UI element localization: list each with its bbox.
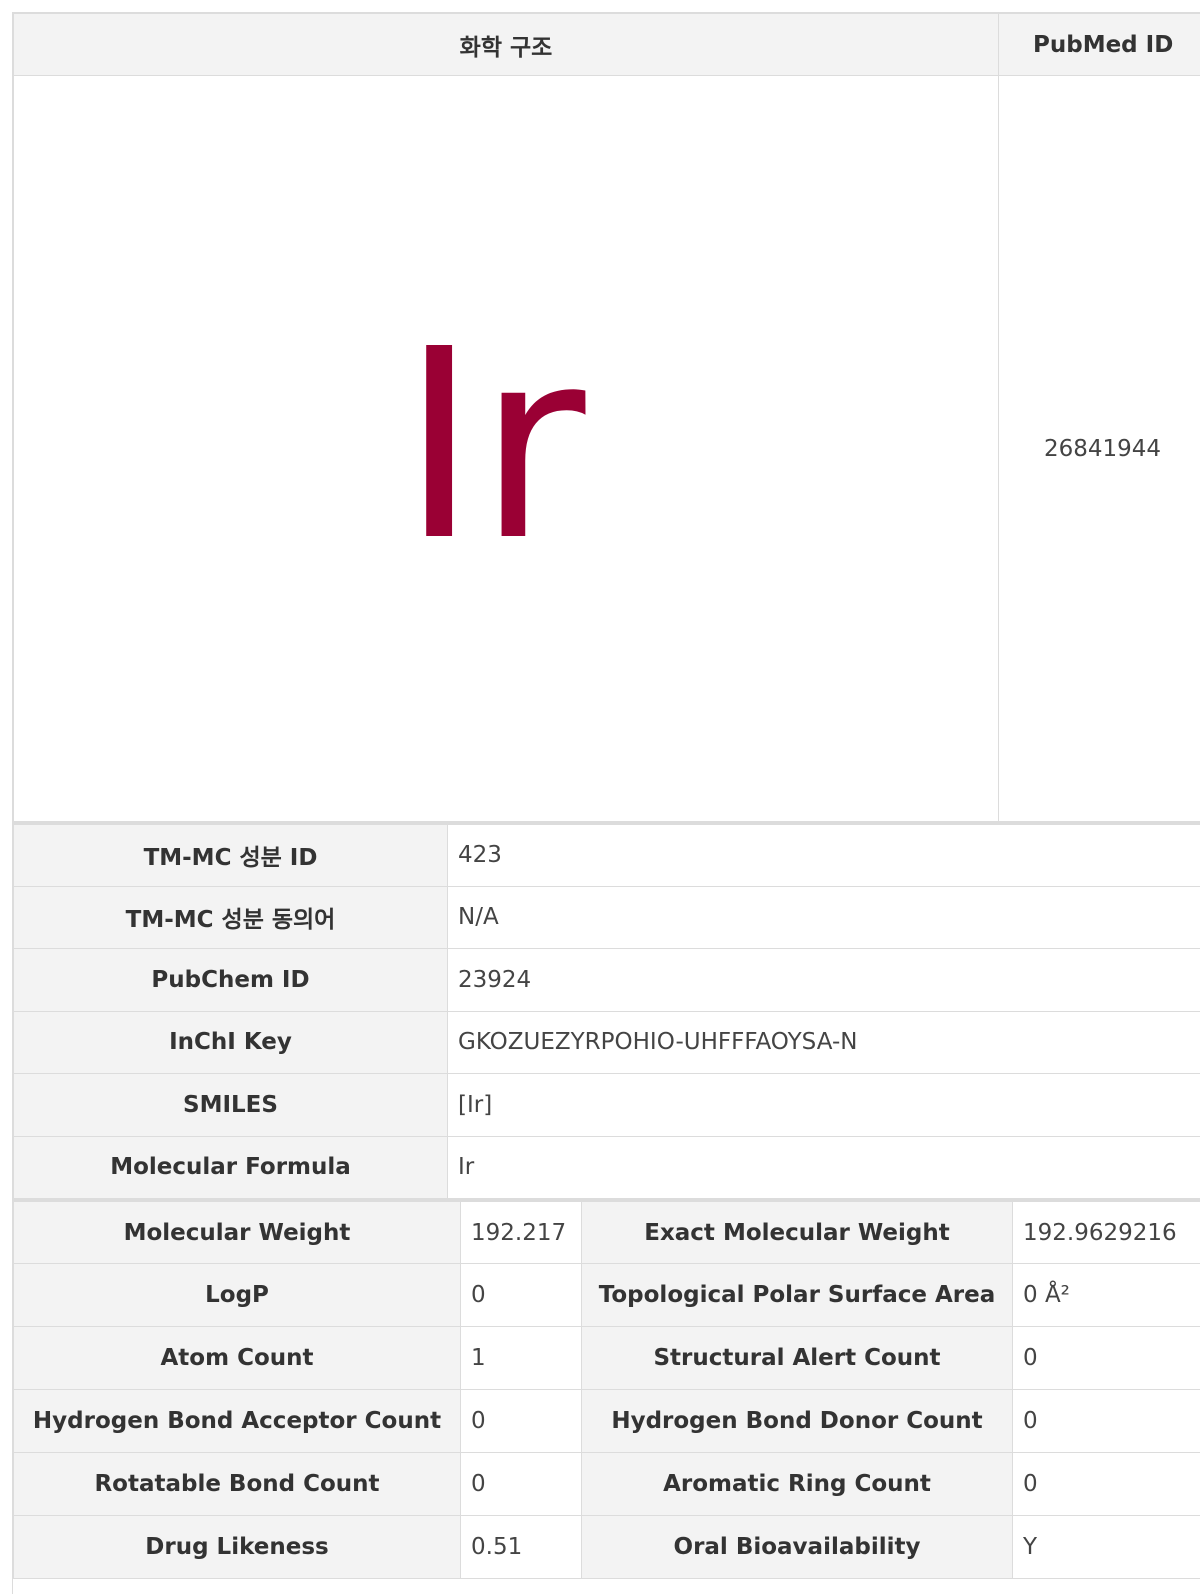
property-label: Structural Alert Count xyxy=(581,1326,1013,1390)
identity-label: SMILES xyxy=(13,1073,448,1137)
property-value: 0 xyxy=(460,1389,582,1453)
identity-value: GKOZUEZYRPOHIO-UHFFFAOYSA-N xyxy=(447,1010,1200,1074)
identity-table: TM-MC 성분 ID 423 TM-MC 성분 동의어 N/A PubChem ID 2… xyxy=(13,822,1200,1199)
pubmed-id-value: 26841944 xyxy=(998,75,1200,822)
identity-value: 423 xyxy=(447,823,1200,887)
identity-label: InChI Key xyxy=(13,1010,448,1074)
property-label: Rotatable Bond Count xyxy=(13,1452,461,1516)
property-value: 0 xyxy=(1012,1452,1200,1516)
structure-table: 화학 구조 PubMed ID Ir 26841944 xyxy=(13,13,1200,822)
identity-row: TM-MC 성분 ID 423 xyxy=(13,823,1200,887)
property-value: 0 xyxy=(1012,1389,1200,1453)
property-value: 0.51 xyxy=(460,1515,582,1579)
identity-row: Molecular Formula Ir xyxy=(13,1135,1200,1199)
identity-value: [Ir] xyxy=(447,1073,1200,1137)
identity-value: 23924 xyxy=(447,948,1200,1012)
compound-detail-panel: 화학 구조 PubMed ID Ir 26841944 TM-MC 성분 ID 4… xyxy=(12,12,1200,1594)
structure-body-row: Ir 26841944 xyxy=(13,75,1200,822)
identity-label: PubChem ID xyxy=(13,948,448,1012)
identity-label: TM-MC 성분 ID xyxy=(13,823,448,887)
property-label: Hydrogen Bond Acceptor Count xyxy=(13,1389,461,1453)
property-label: Topological Polar Surface Area xyxy=(581,1263,1013,1327)
identity-value: N/A xyxy=(447,885,1200,949)
property-label: Exact Molecular Weight xyxy=(581,1200,1013,1264)
property-label: Oral Bioavailability xyxy=(581,1515,1013,1579)
pubmed-header: PubMed ID xyxy=(998,13,1200,76)
property-row: Atom Count 1 Structural Alert Count 0 xyxy=(13,1326,1200,1390)
property-value: 0 xyxy=(460,1452,582,1516)
property-label: LogP xyxy=(13,1263,461,1327)
property-value: 0 xyxy=(1012,1326,1200,1390)
property-row: Rotatable Bond Count 0 Aromatic Ring Count… xyxy=(13,1452,1200,1516)
identity-row: TM-MC 성분 동의어 N/A xyxy=(13,885,1200,949)
identity-label: Molecular Formula xyxy=(13,1135,448,1199)
structure-header: 화학 구조 xyxy=(13,13,999,76)
property-table: Molecular Weight 192.217 Exact Molecular W… xyxy=(13,1199,1200,1579)
chemical-structure-image: Ir xyxy=(401,334,589,564)
property-value: 192.9629216 xyxy=(1012,1200,1200,1264)
property-label: Atom Count xyxy=(13,1326,461,1390)
property-row: Hydrogen Bond Acceptor Count 0 Hydrogen Bo… xyxy=(13,1389,1200,1453)
property-value: Y xyxy=(1012,1515,1200,1579)
identity-label: TM-MC 성분 동의어 xyxy=(13,885,448,949)
property-row: LogP 0 Topological Polar Surface Area 0 Å² xyxy=(13,1263,1200,1327)
identity-row: PubChem ID 23924 xyxy=(13,948,1200,1012)
property-value: 0 Å² xyxy=(1012,1263,1200,1327)
identity-row: InChI Key GKOZUEZYRPOHIO-UHFFFAOYSA-N xyxy=(13,1010,1200,1074)
identity-value: Ir xyxy=(447,1135,1200,1199)
property-row: Molecular Weight 192.217 Exact Molecular W… xyxy=(13,1200,1200,1264)
chemical-structure-cell: Ir xyxy=(13,75,999,822)
property-value: 192.217 xyxy=(460,1200,582,1264)
property-label: Aromatic Ring Count xyxy=(581,1452,1013,1516)
property-label: Molecular Weight xyxy=(13,1200,461,1264)
structure-header-row: 화학 구조 PubMed ID xyxy=(13,13,1200,76)
property-value: 1 xyxy=(460,1326,582,1390)
element-symbol: Ir xyxy=(401,334,589,564)
property-row: Drug Likeness 0.51 Oral Bioavailability Y xyxy=(13,1515,1200,1579)
identity-row: SMILES [Ir] xyxy=(13,1073,1200,1137)
property-value: 0 xyxy=(460,1263,582,1327)
property-label: Drug Likeness xyxy=(13,1515,461,1579)
property-label: Hydrogen Bond Donor Count xyxy=(581,1389,1013,1453)
